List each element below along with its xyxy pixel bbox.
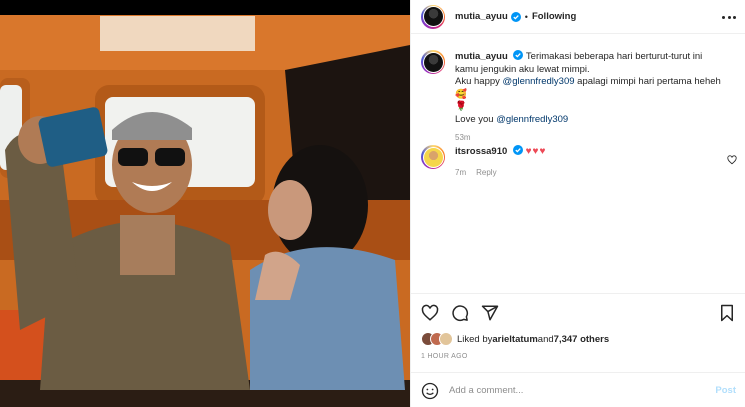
post-actions-section: Liked by arieltatum and 7,347 others 1 H…	[411, 293, 745, 407]
comment-timestamp[interactable]: 7m	[455, 168, 466, 177]
caption-line-3-prefix: Love you	[455, 113, 497, 125]
post-timestamp[interactable]: 1 HOUR AGO	[421, 353, 468, 360]
likes-summary: Liked by arieltatum and 7,347 others	[421, 332, 609, 346]
commenter-username[interactable]: itsrossa910	[455, 146, 507, 157]
likes-count-link[interactable]: 7,347 others	[554, 334, 609, 345]
liker-avatar[interactable]	[439, 332, 453, 346]
like-heart-icon[interactable]	[421, 304, 439, 322]
caption-timestamp[interactable]: 53m	[455, 132, 725, 145]
add-comment-input[interactable]	[449, 385, 716, 396]
action-icons	[421, 304, 499, 322]
post-header: mutia_ayuu • Following	[411, 0, 745, 34]
caption-author-avatar[interactable]	[421, 50, 445, 74]
reply-button[interactable]: Reply	[476, 168, 496, 177]
following-button[interactable]: Following	[532, 11, 576, 22]
add-comment-bar: Post	[411, 372, 745, 407]
comment-bubble-icon[interactable]	[451, 304, 469, 322]
mention-link[interactable]: @glennfredly309	[503, 76, 575, 87]
instagram-post-modal: mutia_ayuu • Following mutia_ayuu Terima…	[0, 0, 745, 407]
post-side-panel: mutia_ayuu • Following mutia_ayuu Terima…	[410, 0, 745, 407]
comment-text: ♥♥♥	[525, 146, 547, 157]
verified-badge-icon	[512, 145, 523, 155]
comment-item: itsrossa910 ♥♥♥ 7m Reply	[421, 145, 741, 179]
post-comment-button[interactable]: Post	[715, 385, 736, 396]
verified-badge-icon	[510, 11, 521, 22]
like-comment-heart-icon[interactable]	[727, 155, 737, 165]
save-bookmark-icon[interactable]	[718, 304, 736, 322]
post-photo[interactable]	[0, 0, 410, 407]
post-caption: mutia_ayuu Terimakasi beberapa hari bert…	[421, 50, 741, 145]
comment-body: itsrossa910 ♥♥♥ 7m Reply	[455, 145, 546, 179]
mention-link[interactable]: @glennfredly309	[496, 114, 568, 125]
rose-emoji: 🌹	[455, 101, 467, 112]
selfie-photo-illustration	[0, 0, 410, 407]
author-avatar[interactable]	[421, 4, 445, 29]
caption-author-username[interactable]: mutia_ayuu	[455, 51, 508, 62]
likes-prefix: Liked by	[457, 333, 493, 345]
share-paper-plane-icon[interactable]	[481, 304, 499, 322]
caption-line-2-prefix: Aku happy	[455, 76, 503, 87]
commenter-avatar[interactable]	[421, 145, 445, 169]
emoji-smiley-icon[interactable]	[421, 382, 439, 400]
first-liker-link[interactable]: arieltatum	[492, 334, 537, 345]
likes-middle: and	[537, 333, 554, 345]
caption-text: mutia_ayuu Terimakasi beberapa hari bert…	[455, 50, 725, 145]
author-username[interactable]: mutia_ayuu	[455, 11, 508, 22]
comment-meta: 7m Reply	[455, 167, 546, 180]
liker-avatars[interactable]	[421, 332, 453, 346]
verified-badge-icon	[513, 50, 524, 60]
more-options-icon[interactable]	[722, 10, 736, 24]
separator-dot: •	[524, 11, 528, 22]
